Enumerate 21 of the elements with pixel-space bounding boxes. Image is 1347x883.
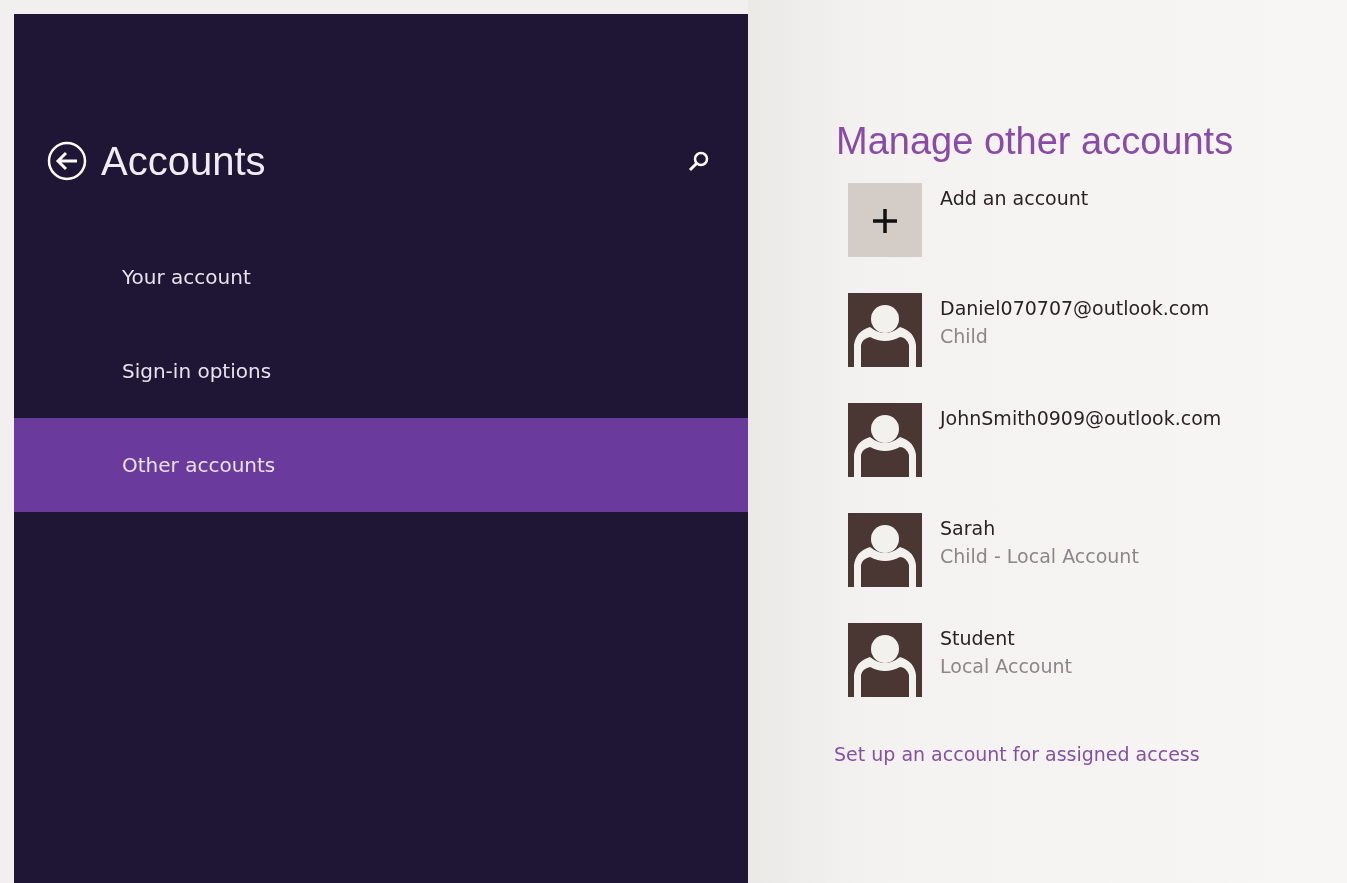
account-name: JohnSmith0909@outlook.com xyxy=(940,407,1222,429)
account-type: Child xyxy=(940,325,989,347)
back-icon[interactable] xyxy=(47,141,87,181)
account-name: Sarah xyxy=(940,517,997,539)
nav-item[interactable]: Your account xyxy=(14,230,748,324)
add-account-button[interactable] xyxy=(848,183,922,257)
assigned-access-link[interactable]: Set up an account for assigned access xyxy=(834,743,1200,765)
account-type: Child - Local Account xyxy=(940,545,1139,567)
account-name: Student xyxy=(940,627,1016,649)
user-avatar-icon[interactable] xyxy=(848,513,922,587)
user-avatar-icon[interactable] xyxy=(848,403,922,477)
user-avatar-icon[interactable] xyxy=(848,293,922,367)
account-type: Local Account xyxy=(940,655,1072,677)
user-avatar-icon[interactable] xyxy=(848,623,922,697)
account-name: Add an account xyxy=(940,187,1089,209)
account-name: Daniel070707@outlook.com xyxy=(940,297,1210,319)
nav-item[interactable]: Other accounts xyxy=(14,418,748,512)
search-icon[interactable] xyxy=(688,150,710,172)
page-title: Accounts xyxy=(101,138,267,184)
nav-item[interactable]: Sign-in options xyxy=(14,324,748,418)
section-heading: Manage other accounts xyxy=(836,120,1235,163)
